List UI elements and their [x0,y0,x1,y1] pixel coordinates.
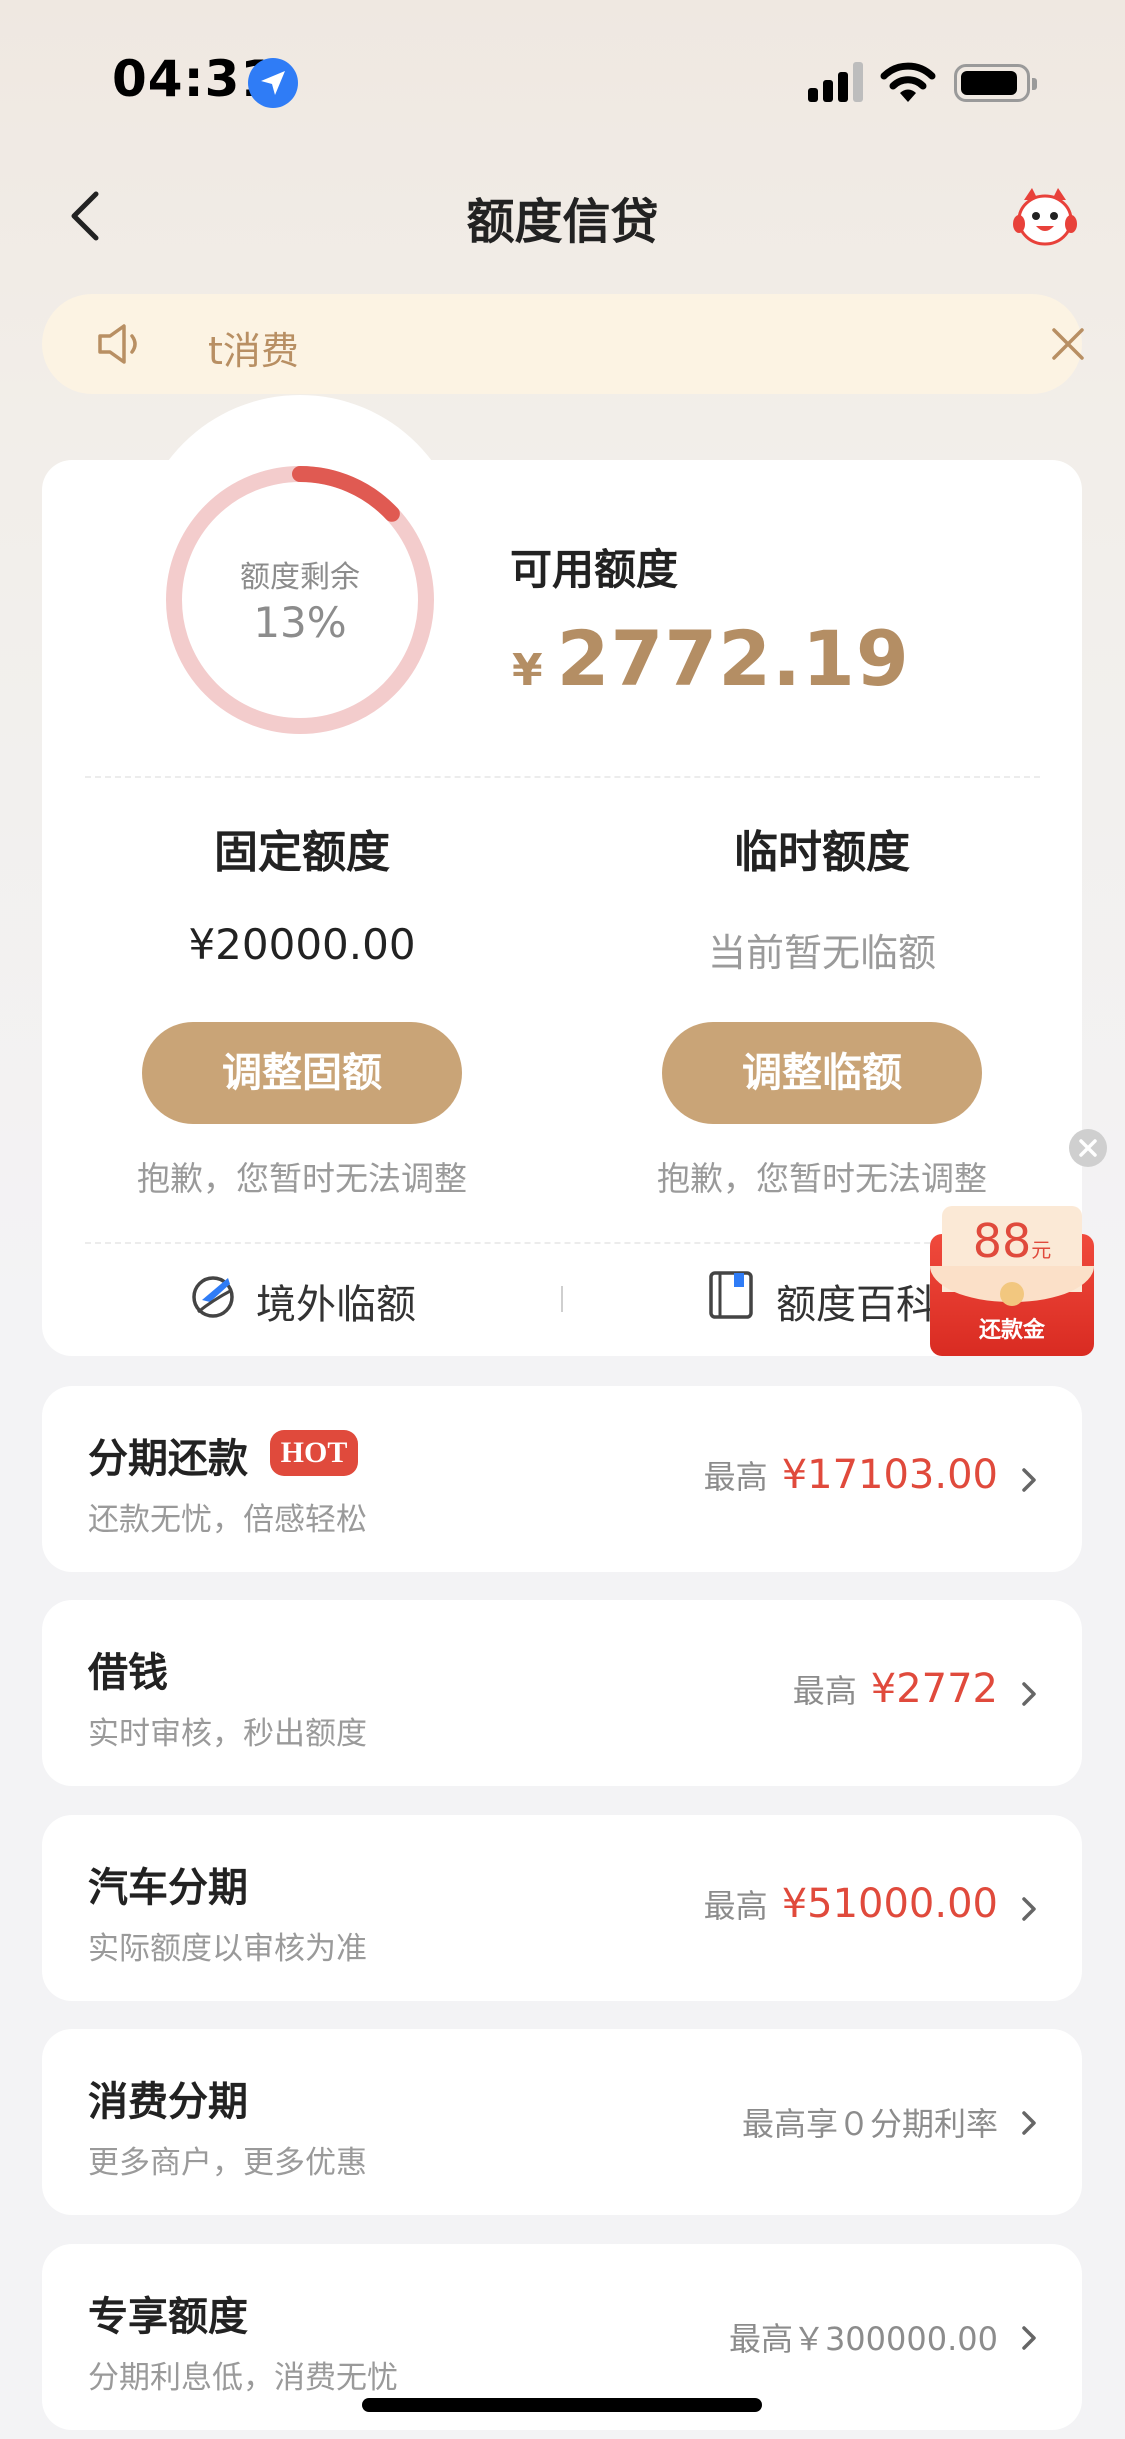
product-subtitle: 实时审核，秒出额度 [88,1716,367,1752]
hot-badge: HOT [270,1430,358,1476]
adjust-temp-credit-button[interactable]: 调整临额 [662,1022,982,1124]
credit-wiki-link[interactable]: 额度百科 [708,1268,938,1328]
speaker-icon [98,324,137,364]
close-red-packet-button[interactable] [1069,1129,1107,1167]
temp-credit-value: 当前暂无临额 [707,931,936,975]
product-name: 专享额度 [88,2294,248,2340]
product-subtitle: 更多商户，更多优惠 [88,2145,367,2181]
product-limit: 最高享０分期利率 [741,2105,998,2143]
adjust-fixed-credit-button[interactable]: 调整固额 [142,1022,462,1124]
red-packet-float[interactable]: 88元 还款金 [930,1206,1094,1356]
fixed-credit-value: ¥20000.00 [188,920,416,969]
chevron-right-icon [1022,2326,1036,2350]
page-title: 额度信贷 [466,194,659,250]
product-car-installment[interactable]: 汽车分期 实际额度以审核为准 最高 ¥51000.00 [42,1815,1082,2001]
book-icon [709,1271,753,1319]
home-indicator[interactable] [362,2398,762,2412]
product-limit: 最高 ¥17103.00 [703,1452,998,1498]
product-limit: 最高￥300000.00 [728,2320,998,2358]
overseas-temp-credit-link[interactable]: 境外临额 [188,1268,448,1328]
notice-text: t消费 [208,329,299,373]
chevron-right-icon [1022,1468,1036,1492]
product-installment-repay[interactable]: 分期还款 HOT 还款无忧，倍感轻松 最高 ¥17103.00 [42,1386,1082,1572]
wifi-icon [880,62,936,102]
link-separator [561,1286,563,1312]
mascot-service-icon[interactable] [1012,186,1078,248]
red-packet-amount: 88元 [972,1214,1052,1268]
nav-bar: 额度信贷 [0,160,1125,270]
battery-icon [954,64,1037,102]
temp-credit-hint: 抱歉，您暂时无法调整 [657,1159,987,1198]
product-name: 消费分期 [88,2079,248,2125]
close-icon[interactable] [1048,324,1088,364]
ring-label: 额度剩余 [240,560,360,595]
product-name: 分期还款 [88,1436,248,1482]
available-credit-amount: ¥2772.19 [512,614,910,703]
cellular-signal-icon [808,62,864,102]
chevron-right-icon [1022,2111,1036,2135]
product-limit: 最高 ¥51000.00 [703,1881,998,1927]
product-name: 汽车分期 [88,1865,248,1911]
currency-symbol: ¥ [512,645,543,696]
chevron-right-icon [1022,1682,1036,1706]
product-limit: 最高 ¥2772 [792,1666,998,1712]
temp-credit-title: 临时额度 [734,827,910,878]
product-subtitle: 分期利息低，消费无忧 [88,2360,398,2396]
location-arrow-icon [248,58,298,108]
notice-banner[interactable]: t消费 [42,294,1084,394]
chevron-right-icon [1022,1897,1036,1921]
fixed-credit-title: 固定额度 [214,827,390,878]
product-name: 借钱 [88,1650,168,1696]
status-bar: 04:31 [0,0,1125,150]
available-amount-value: 2772.19 [556,614,910,703]
product-consumer-installment[interactable]: 消费分期 更多商户，更多优惠 最高享０分期利率 [42,2029,1082,2215]
divider [85,776,1040,778]
fixed-credit-hint: 抱歉，您暂时无法调整 [137,1159,467,1198]
available-credit-label: 可用额度 [510,545,679,594]
product-subtitle: 还款无忧，倍感轻松 [88,1502,367,1538]
product-borrow[interactable]: 借钱 实时审核，秒出额度 最高 ¥2772 [42,1600,1082,1786]
ring-percent: 13% [253,598,347,647]
coin-icon [1000,1282,1024,1306]
plane-globe-icon [192,1276,234,1318]
divider [85,1242,1040,1244]
red-packet-label: 还款金 [978,1318,1045,1343]
close-icon [1079,1139,1097,1157]
product-subtitle: 实际额度以审核为准 [88,1931,367,1967]
